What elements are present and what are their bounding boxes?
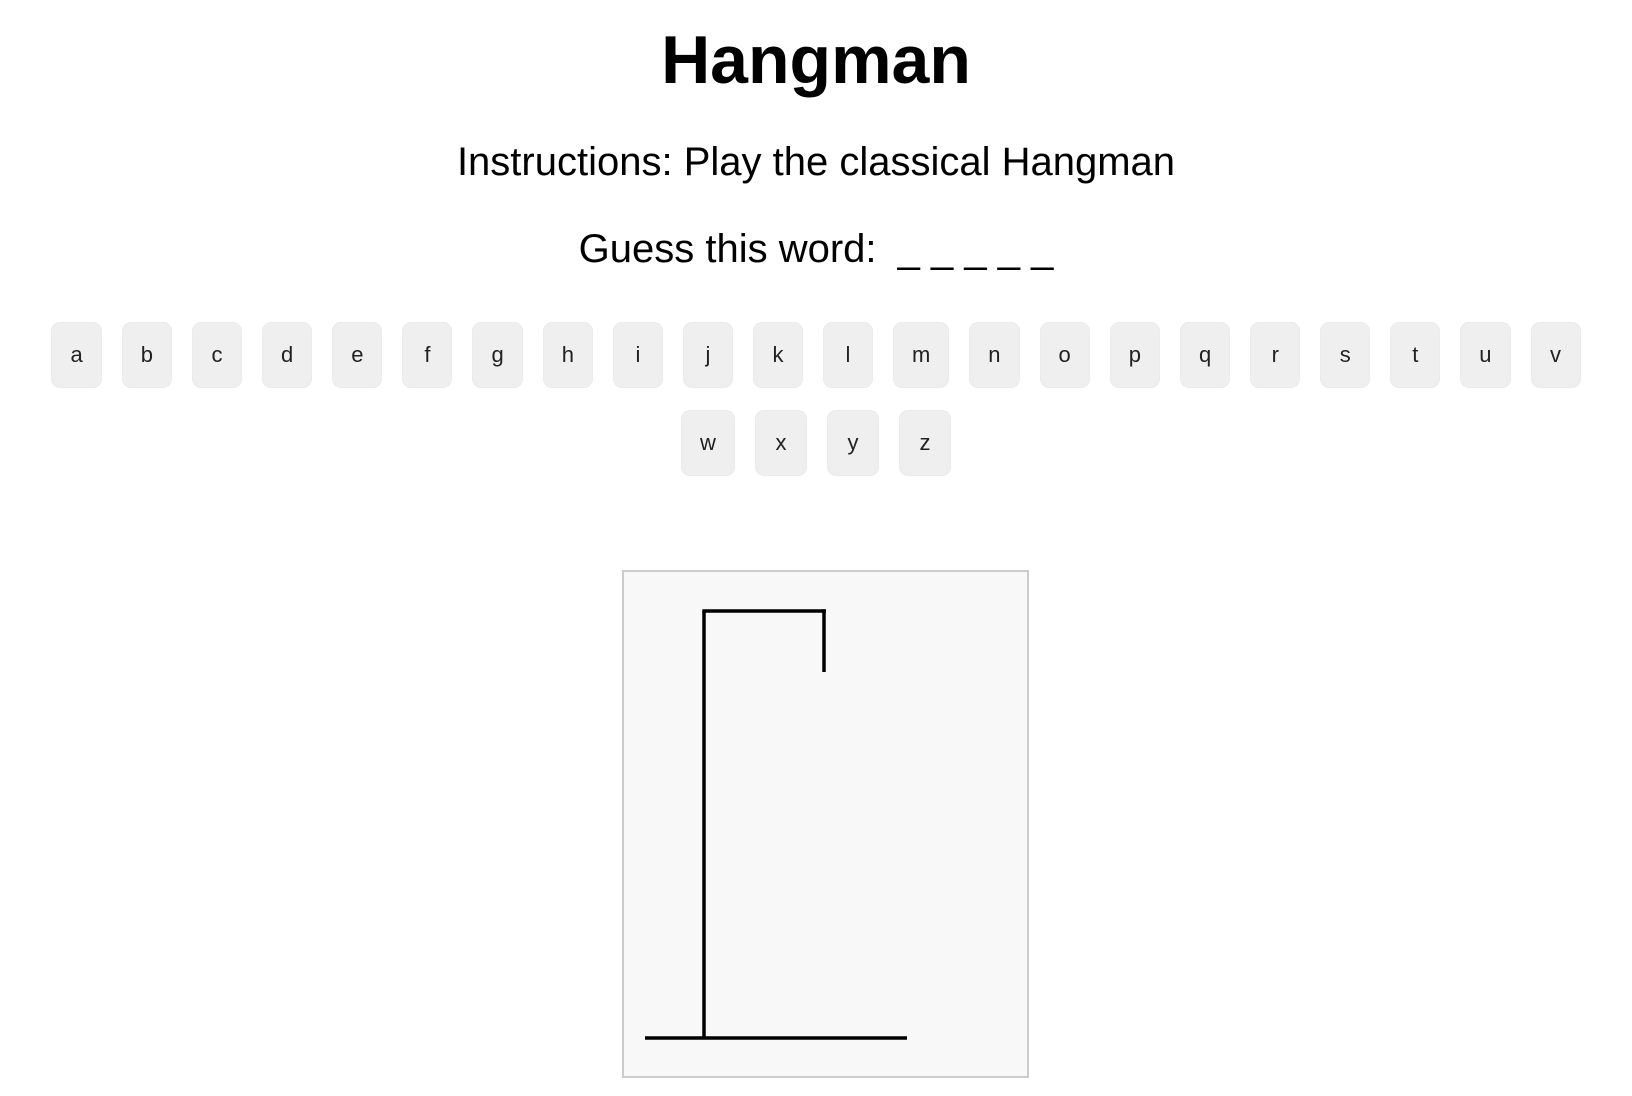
letter-key-r[interactable]: r xyxy=(1250,322,1301,388)
letter-key-e[interactable]: e xyxy=(332,322,383,388)
letter-key-u[interactable]: u xyxy=(1460,322,1511,388)
letter-key-h[interactable]: h xyxy=(542,322,593,388)
letter-key-j[interactable]: j xyxy=(682,322,733,388)
hangman-drawing xyxy=(622,570,1029,1078)
masked-word: _ _ _ _ _ xyxy=(897,227,1054,271)
letter-key-p[interactable]: p xyxy=(1109,322,1161,388)
letter-key-g[interactable]: g xyxy=(472,322,523,388)
letter-key-c[interactable]: c xyxy=(191,322,242,388)
letter-key-q[interactable]: q xyxy=(1180,322,1231,388)
letter-key-t[interactable]: t xyxy=(1390,322,1441,388)
letter-key-n[interactable]: n xyxy=(969,322,1020,388)
letter-key-o[interactable]: o xyxy=(1039,322,1090,388)
letter-keys-row-2: wxyz xyxy=(0,410,1632,476)
letter-key-y[interactable]: y xyxy=(826,410,879,476)
gallows-canvas xyxy=(645,609,907,1040)
letter-key-v[interactable]: v xyxy=(1530,322,1581,388)
letter-key-x[interactable]: x xyxy=(754,410,807,476)
letter-key-b[interactable]: b xyxy=(121,322,172,388)
letter-key-d[interactable]: d xyxy=(261,322,313,388)
page-title: Hangman xyxy=(661,22,971,98)
guess-word-line: Guess this word: _ _ _ _ _ xyxy=(0,224,1632,274)
letter-key-i[interactable]: i xyxy=(612,322,663,388)
letter-key-k[interactable]: k xyxy=(752,322,803,388)
letter-key-w[interactable]: w xyxy=(681,410,735,476)
letter-key-a[interactable]: a xyxy=(51,322,102,388)
letter-key-z[interactable]: z xyxy=(898,410,951,476)
letter-keys-row-1: abcdefghijklmnopqrstuv xyxy=(0,322,1632,388)
instructions-text: Instructions: Play the classical Hangman xyxy=(456,140,1176,184)
letter-key-l[interactable]: l xyxy=(822,322,873,388)
letter-key-m[interactable]: m xyxy=(892,322,950,388)
letter-key-f[interactable]: f xyxy=(402,322,453,388)
guess-label: Guess this word: xyxy=(578,227,877,271)
letter-key-s[interactable]: s xyxy=(1320,322,1371,388)
